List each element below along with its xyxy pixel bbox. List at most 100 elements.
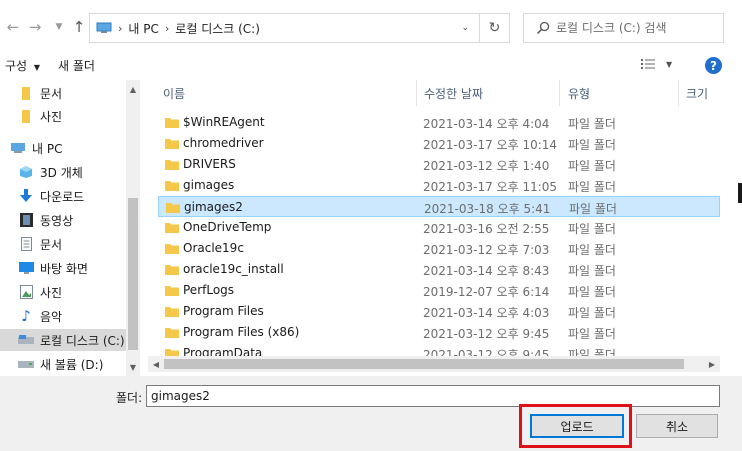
nav-item-music[interactable]: ♪ 음악	[0, 305, 126, 327]
recent-locations-chevron-icon[interactable]: ▼	[48, 16, 70, 38]
folder-icon	[18, 109, 34, 123]
nav-item-label: 3D 개체	[40, 165, 83, 180]
folder-icon	[165, 160, 179, 170]
file-date: 2021-03-16 오전 2:55	[423, 222, 550, 236]
table-row[interactable]: chromedriver 2021-03-17 오후 10:14 파일 폴더	[158, 133, 720, 154]
help-icon[interactable]: ?	[705, 57, 722, 74]
search-field[interactable]	[523, 13, 724, 43]
nav-item-documents-quick[interactable]: 문서	[0, 82, 126, 104]
file-name: chromedriver	[183, 136, 264, 150]
address-dropdown-chevron-icon[interactable]: ⌄	[461, 23, 469, 33]
column-divider[interactable]	[678, 80, 679, 106]
nav-item-label: 다운로드	[40, 189, 85, 204]
nav-item-pictures[interactable]: 사진	[0, 281, 126, 303]
table-row[interactable]: PerfLogs 2019-12-07 오후 6:14 파일 폴더	[158, 280, 720, 301]
nav-item-desktop[interactable]: 바탕 화면	[0, 257, 126, 279]
file-list: ⌃ 이름 수정한 날짜 유형 크기 $WinREAgent 2021-03-14 …	[148, 80, 742, 376]
nav-item-label: 문서	[40, 237, 63, 252]
search-icon	[536, 21, 550, 35]
nav-item-3d-objects[interactable]: 3D 개체	[0, 161, 126, 183]
nav-item-pictures-quick[interactable]: 사진	[0, 105, 126, 127]
file-name: Program Files	[183, 304, 264, 318]
new-folder-button[interactable]: 새 폴더	[58, 57, 95, 74]
column-header-type[interactable]: 유형	[568, 80, 590, 106]
folder-icon	[165, 118, 179, 128]
nav-item-videos[interactable]: 동영상	[0, 209, 126, 231]
file-date: 2019-12-07 오후 6:14	[423, 285, 550, 299]
refresh-icon[interactable]: ↻	[479, 14, 509, 42]
search-input[interactable]	[556, 21, 716, 35]
table-row[interactable]: oracle19c_install 2021-03-14 오후 8:43 파일 폴더	[158, 259, 720, 280]
computer-icon	[10, 141, 26, 155]
column-header-date[interactable]: 수정한 날짜	[424, 80, 483, 106]
table-row[interactable]: Program Files (x86) 2021-03-12 오후 9:45 파일 …	[158, 322, 720, 343]
nav-item-downloads[interactable]: 다운로드	[0, 185, 126, 207]
file-date: 2021-03-12 오후 7:03	[423, 243, 550, 257]
nav-item-local-disk-c[interactable]: 로컬 디스크 (C:)	[0, 329, 126, 351]
chevron-right-icon[interactable]: ›	[118, 22, 122, 35]
chevron-right-icon[interactable]: ›	[165, 22, 169, 35]
chevron-down-icon: ▼	[33, 63, 41, 72]
address-box[interactable]: › 내 PC › 로컬 디스크 (C:) ⌄ ↻	[89, 13, 510, 43]
folder-icon	[165, 265, 179, 275]
nav-item-label: 바탕 화면	[40, 261, 88, 276]
file-date: 2021-03-17 오후 11:05	[423, 180, 558, 194]
scroll-right-arrow-icon[interactable]: ▶	[705, 357, 719, 371]
file-type: 파일 폴더	[568, 138, 616, 152]
computer-icon	[96, 22, 112, 33]
file-type: 파일 폴더	[568, 222, 616, 236]
nav-scrollbar[interactable]: ▲ ▼	[126, 80, 140, 376]
file-name: $WinREAgent	[183, 115, 265, 129]
file-type: 파일 폴더	[568, 306, 616, 320]
breadcrumb-local-disk[interactable]: 로컬 디스크 (C:)	[175, 20, 260, 37]
organize-label: 구성	[5, 59, 28, 73]
column-header-size[interactable]: 크기	[686, 80, 708, 106]
table-row[interactable]: DRIVERS 2021-03-12 오후 1:40 파일 폴더	[158, 154, 720, 175]
forward-arrow-icon[interactable]: →	[24, 16, 46, 38]
scroll-left-arrow-icon[interactable]: ◀	[149, 357, 163, 371]
nav-item-documents[interactable]: 문서	[0, 233, 126, 255]
nav-scroll-thumb[interactable]	[128, 198, 138, 350]
scroll-down-arrow-icon[interactable]: ▼	[126, 360, 140, 374]
table-row[interactable]: $WinREAgent 2021-03-14 오후 4:04 파일 폴더	[158, 112, 720, 133]
table-row[interactable]: Oracle19c 2021-03-12 오후 7:03 파일 폴더	[158, 238, 720, 259]
file-type: 파일 폴더	[568, 285, 616, 299]
breadcrumb-this-pc[interactable]: 내 PC	[128, 20, 158, 37]
window-edge	[738, 183, 742, 203]
column-divider[interactable]	[416, 80, 417, 106]
table-row[interactable]: Program Files 2021-03-14 오후 4:03 파일 폴더	[158, 301, 720, 322]
scroll-up-arrow-icon[interactable]: ▲	[126, 82, 140, 96]
file-date: 2021-03-18 오후 5:41	[424, 202, 551, 216]
horizontal-scroll-thumb[interactable]	[164, 359, 684, 369]
column-divider[interactable]	[559, 80, 560, 106]
drive-icon	[18, 357, 34, 371]
folder-icon	[165, 181, 179, 191]
file-name: gimages2	[184, 200, 243, 214]
back-arrow-icon[interactable]: ←	[2, 16, 24, 38]
organize-button[interactable]: 구성 ▼	[5, 57, 40, 74]
navigation-pane: 문서 사진 내 PC 3D 개체 다운로드 동영상 문서 바탕 화면 사진 ♪ …	[0, 80, 142, 376]
table-row[interactable]: gimages 2021-03-17 오후 11:05 파일 폴더	[158, 175, 720, 196]
column-header-name[interactable]: 이름	[163, 80, 185, 106]
table-row[interactable]: gimages2 2021-03-18 오후 5:41 파일 폴더	[158, 196, 720, 217]
chevron-down-icon: ▼	[666, 59, 673, 69]
folder-icon	[165, 328, 179, 338]
nav-item-this-pc[interactable]: 내 PC	[0, 137, 126, 159]
folder-icon	[166, 203, 180, 213]
film-icon	[18, 213, 34, 227]
file-date: 2021-03-17 오후 10:14	[423, 138, 558, 152]
folder-icon	[165, 307, 179, 317]
file-date: 2021-03-14 오후 4:04	[423, 117, 550, 131]
table-row[interactable]: OneDriveTemp 2021-03-16 오전 2:55 파일 폴더	[158, 217, 720, 238]
view-options[interactable]: ▼	[640, 58, 672, 70]
file-date: 2021-03-12 오후 9:45	[423, 327, 550, 341]
folder-name-input[interactable]	[146, 385, 720, 407]
cancel-button[interactable]: 취소	[636, 414, 718, 438]
nav-item-volume-d[interactable]: 새 볼륨 (D:)	[0, 353, 126, 375]
horizontal-scrollbar[interactable]: ◀ ▶	[148, 356, 720, 372]
up-arrow-icon[interactable]: ↑	[68, 16, 90, 38]
nav-item-label: 음악	[40, 309, 63, 324]
file-date: 2021-03-12 오후 1:40	[423, 159, 550, 173]
address-bar-row: ← → ▼ ↑ › 내 PC › 로컬 디스크 (C:) ⌄ ↻	[0, 0, 742, 52]
folder-icon	[18, 86, 34, 100]
